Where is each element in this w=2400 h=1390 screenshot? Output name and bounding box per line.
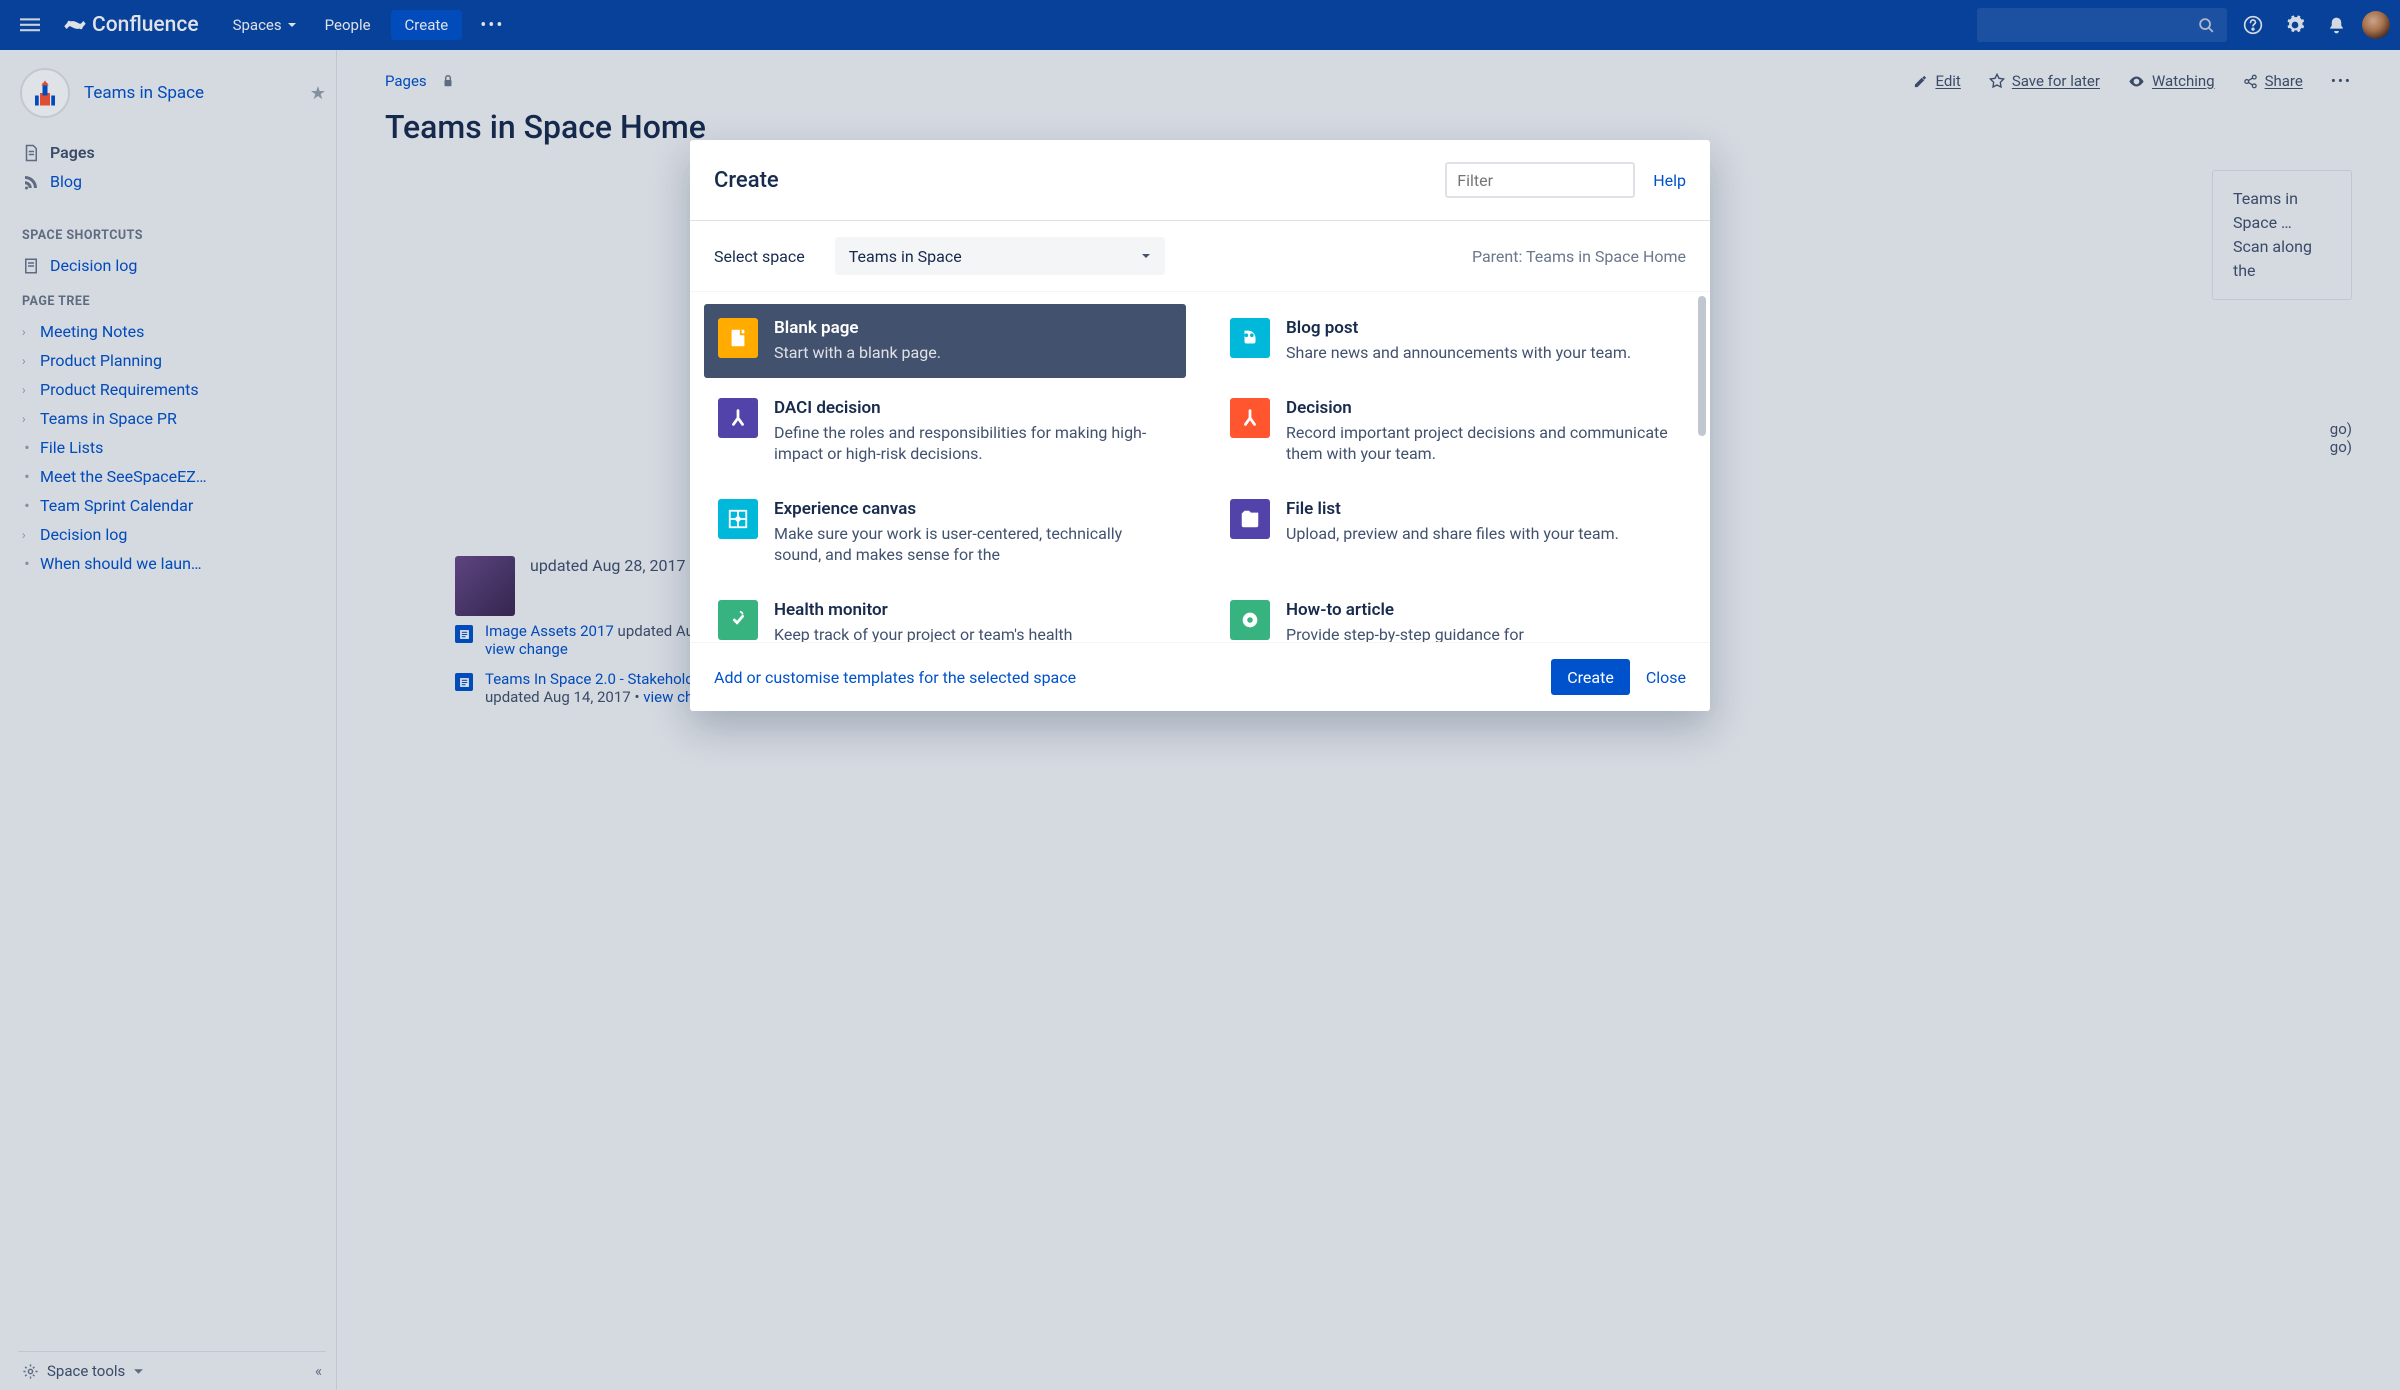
help-icon[interactable] [2237, 9, 2269, 41]
rss-icon [22, 173, 40, 191]
info-panel: Teams in Space … Scan along the [2212, 170, 2352, 300]
customise-templates-link[interactable]: Add or customise templates for the selec… [714, 668, 1076, 687]
template-experience[interactable]: Experience canvasMake sure your work is … [704, 485, 1186, 580]
breadcrumb-pages[interactable]: Pages [385, 72, 427, 90]
tree-item[interactable]: ›Decision log [18, 520, 326, 549]
star-icon[interactable]: ★ [310, 83, 326, 104]
restrictions-lock-icon[interactable] [441, 74, 455, 88]
collapse-sidebar-icon[interactable]: « [315, 1362, 322, 1380]
blog-icon [1230, 318, 1270, 358]
space-name[interactable]: Teams in Space [84, 83, 296, 103]
pages-icon [22, 144, 40, 162]
template-daci[interactable]: DACI decisionDefine the roles and respon… [704, 384, 1186, 479]
share-action[interactable]: Share [2243, 72, 2303, 90]
dialog-title: Create [714, 168, 779, 193]
save-later-action[interactable]: Save for later [1989, 72, 2100, 90]
top-nav: Spaces People [221, 8, 383, 42]
template-blank[interactable]: Blank pageStart with a blank page. [704, 304, 1186, 378]
star-icon [1989, 73, 2005, 89]
activity-avatar [455, 556, 515, 616]
watching-action[interactable]: Watching [2128, 72, 2215, 90]
sidebar-blog[interactable]: Blog [18, 167, 326, 196]
nav-people[interactable]: People [313, 8, 383, 42]
search-icon [2198, 17, 2215, 34]
notification-icon[interactable] [2321, 10, 2352, 41]
parent-page-label: Parent: Teams in Space Home [1472, 247, 1686, 266]
create-button[interactable]: Create [391, 10, 463, 40]
sidebar-pages[interactable]: Pages [18, 138, 326, 167]
pencil-icon [1913, 74, 1928, 89]
filelist-icon [1230, 499, 1270, 539]
template-health[interactable]: Health monitorKeep track of your project… [704, 586, 1186, 642]
template-decision[interactable]: DecisionRecord important project decisio… [1216, 384, 1698, 479]
tree-item[interactable]: •Meet the SeeSpaceEZ… [18, 462, 326, 491]
experience-icon [718, 499, 758, 539]
eye-icon [2128, 73, 2145, 90]
gear-icon [22, 1363, 39, 1380]
select-space-label: Select space [714, 247, 805, 266]
more-menu-icon[interactable]: ••• [470, 9, 514, 42]
tree-item[interactable]: •When should we laun… [18, 549, 326, 578]
page-icon [22, 257, 40, 275]
chevron-down-icon [1141, 251, 1151, 261]
page-icon [455, 625, 473, 643]
edit-action[interactable]: Edit [1913, 72, 1960, 90]
dialog-help-link[interactable]: Help [1653, 171, 1686, 190]
chevron-down-icon [133, 1366, 144, 1377]
page-tree: ›Meeting Notes›Product Planning›Product … [18, 317, 326, 578]
tree-item[interactable]: ›Product Planning [18, 346, 326, 375]
topbar: Confluence Spaces People Create ••• [0, 0, 2400, 50]
daci-icon [718, 398, 758, 438]
health-icon [718, 600, 758, 640]
settings-icon[interactable] [2279, 9, 2311, 41]
shortcut-decision-log[interactable]: Decision log [18, 251, 326, 280]
dialog-close-button[interactable]: Close [1646, 668, 1686, 687]
tree-item[interactable]: ›Meeting Notes [18, 317, 326, 346]
share-icon [2243, 74, 2258, 89]
space-tools[interactable]: Space tools [47, 1362, 125, 1380]
product-name: Confluence [92, 13, 199, 37]
scrollbar-thumb[interactable] [1698, 296, 1706, 436]
filter-input[interactable] [1445, 162, 1635, 198]
decision-icon [1230, 398, 1270, 438]
tree-item[interactable]: ›Teams in Space PR [18, 404, 326, 433]
template-blog[interactable]: Blog postShare news and announcements wi… [1216, 304, 1698, 378]
tree-heading: PAGE TREE [22, 294, 326, 309]
tree-item[interactable]: •Team Sprint Calendar [18, 491, 326, 520]
tree-item[interactable]: •File Lists [18, 433, 326, 462]
page-more-icon[interactable]: ••• [2331, 72, 2352, 90]
dialog-create-button[interactable]: Create [1551, 659, 1630, 695]
view-change-link[interactable]: view change [485, 640, 568, 658]
page-icon [455, 673, 473, 691]
howto-icon [1230, 600, 1270, 640]
shortcuts-heading: SPACE SHORTCUTS [22, 228, 326, 243]
activity-page-link[interactable]: Image Assets 2017 [485, 622, 614, 640]
app-menu-icon[interactable] [10, 7, 50, 43]
user-avatar[interactable] [2362, 11, 2390, 39]
space-logo[interactable] [20, 68, 70, 118]
space-select[interactable]: Teams in Space [835, 237, 1165, 275]
sidebar: Teams in Space ★ Pages Blog SPACE SHORTC… [0, 50, 337, 1390]
tree-item[interactable]: ›Product Requirements [18, 375, 326, 404]
create-dialog: Create Help Select space Teams in Space … [690, 140, 1710, 711]
blank-icon [718, 318, 758, 358]
template-howto[interactable]: How-to articleProvide step-by-step guida… [1216, 586, 1698, 642]
template-filelist[interactable]: File listUpload, preview and share files… [1216, 485, 1698, 580]
nav-spaces[interactable]: Spaces [221, 8, 309, 42]
confluence-logo[interactable]: Confluence [58, 13, 205, 37]
search-input[interactable] [1977, 8, 2227, 42]
